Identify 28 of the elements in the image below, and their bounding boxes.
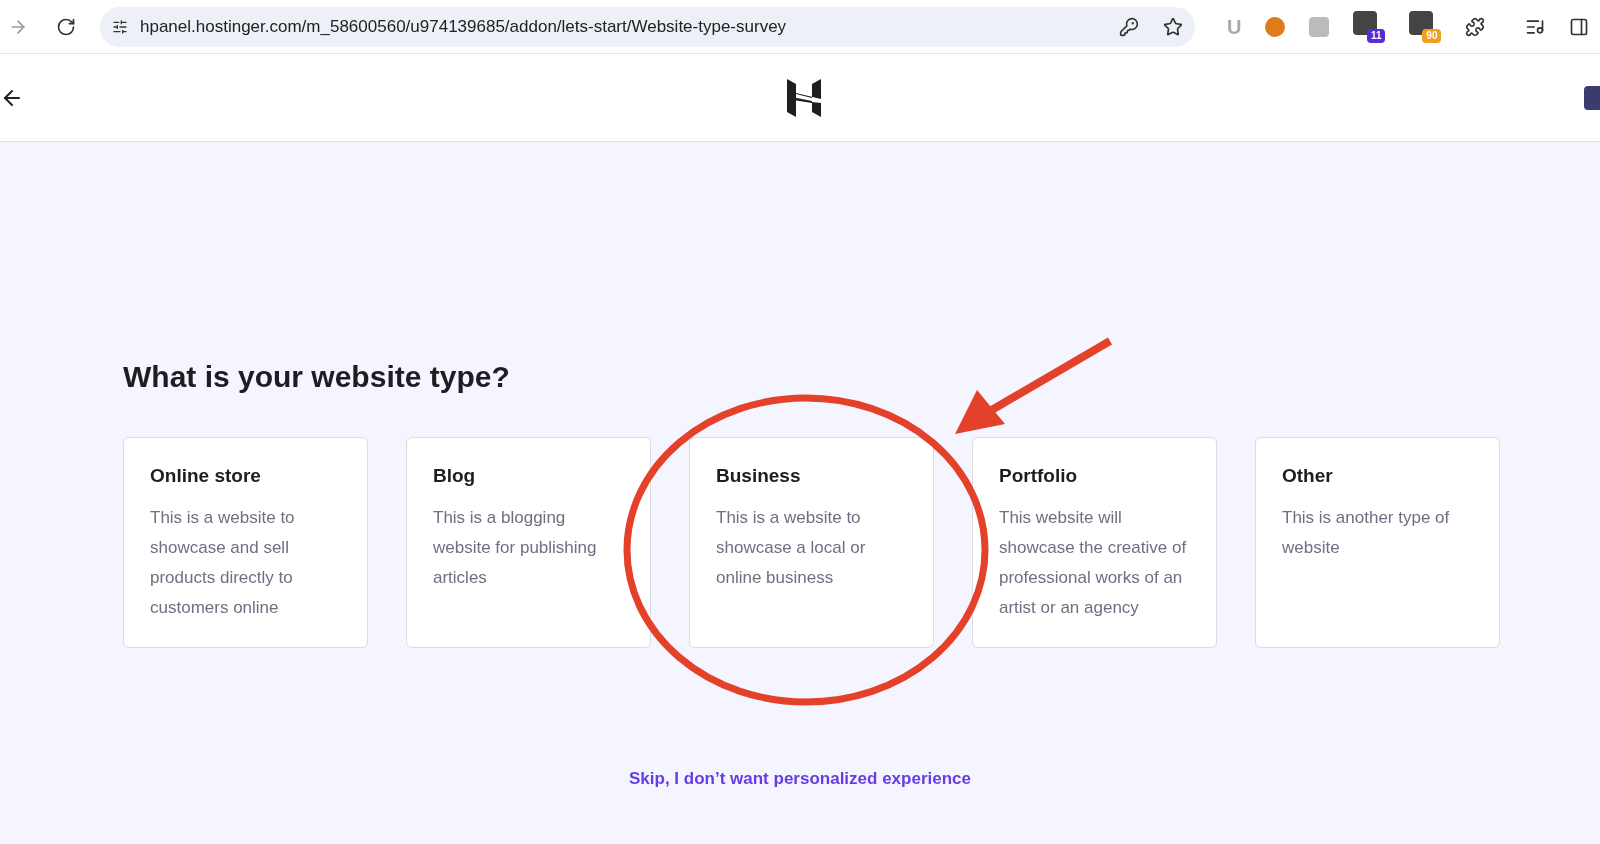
address-bar[interactable]: hpanel.hostinger.com/m_58600560/u974139685/addon/lets-start/Website-type-survey: [100, 6, 1195, 47]
website-type-card[interactable]: Online store This is a website to showcase and sell products directly to customers online: [123, 437, 368, 648]
card-description: This is a website to showcase a local or online business: [716, 506, 867, 589]
website-type-card[interactable]: Business This is a website to showcase a local or online business: [689, 437, 934, 648]
extension-badge: 90: [1422, 28, 1442, 43]
extension-icon[interactable]: [1265, 16, 1286, 37]
card-description: This is another type of website: [1282, 506, 1451, 559]
side-panel-icon[interactable]: [1569, 16, 1590, 37]
card-title: Blog: [433, 464, 476, 488]
skip-link[interactable]: Skip, I don’t want personalized experience: [629, 766, 971, 792]
key-icon[interactable]: [1119, 16, 1139, 37]
website-type-card[interactable]: Portfolio This website will showcase the creative of professional works of an artist or an agency: [972, 437, 1217, 648]
website-type-card[interactable]: Blog This is a blogging website for publishing articles: [406, 437, 651, 648]
website-type-card[interactable]: Other This is another type of website: [1255, 437, 1500, 648]
card-title: Online store: [150, 464, 261, 488]
logo-icon: [787, 78, 821, 117]
url-text: hpanel.hostinger.com/m_58600560/u974139685/addon/lets-start/Website-type-survey: [140, 15, 788, 38]
card-title: Business: [716, 464, 801, 488]
extensions-icon[interactable]: [1465, 16, 1486, 37]
card-title: Portfolio: [999, 464, 1078, 488]
card-description: This is a blogging website for publishing articles: [433, 506, 598, 589]
site-settings-icon[interactable]: [112, 18, 128, 35]
card-description: This is a website to showcase and sell products directly to customers online: [150, 506, 296, 619]
card-title: Other: [1282, 464, 1333, 488]
card-description: This website will showcase the creative of professional works of an artist or an agency: [999, 506, 1188, 619]
bookmark-star-icon[interactable]: [1163, 16, 1183, 37]
page-heading: What is your website type?: [123, 359, 511, 395]
reload-icon[interactable]: [56, 16, 76, 37]
